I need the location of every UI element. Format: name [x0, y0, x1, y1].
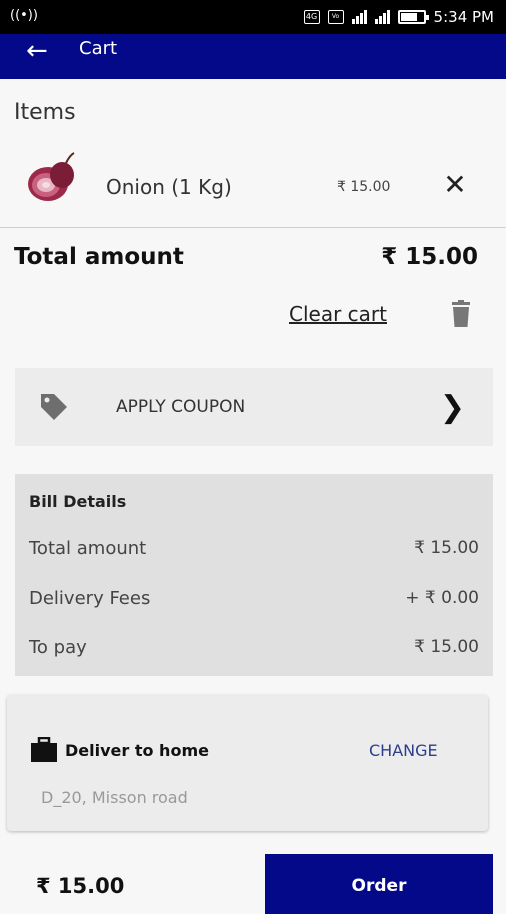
apply-coupon-button[interactable]: APPLY COUPON ❯ — [15, 368, 493, 446]
bill-row: To pay ₹ 15.00 — [29, 637, 479, 658]
item-price: ₹ 15.00 — [337, 179, 391, 195]
app-bar: ← Cart — [0, 34, 506, 79]
bill-row-label: Delivery Fees — [29, 588, 151, 609]
items-heading: Items — [14, 100, 76, 125]
trash-icon[interactable] — [449, 300, 473, 328]
bill-row-label: To pay — [29, 637, 87, 658]
apply-coupon-label: APPLY COUPON — [116, 397, 246, 417]
bill-details-heading: Bill Details — [29, 492, 127, 511]
close-icon[interactable]: ✕ — [440, 170, 470, 200]
total-amount-label: Total amount — [14, 244, 184, 270]
volte-icon: Vo — [327, 10, 344, 24]
total-amount-value: ₹ 15.00 — [381, 244, 478, 270]
signal-icon — [351, 10, 367, 24]
delivery-card: Deliver to home CHANGE D_20, Misson road — [7, 695, 488, 831]
chevron-right-icon: ❯ — [439, 390, 465, 425]
battery-icon — [397, 10, 429, 24]
order-button[interactable]: Order — [265, 854, 493, 914]
hotspot-icon: ((•)) — [10, 8, 38, 23]
change-address-button[interactable]: CHANGE — [369, 741, 438, 760]
bill-details: Bill Details Total amount ₹ 15.00 Delive… — [15, 474, 493, 676]
footer-total-price: ₹ 15.00 — [36, 874, 125, 898]
bill-row-value: ₹ 15.00 — [414, 538, 479, 558]
onion-image — [28, 152, 75, 201]
page-title: Cart — [79, 38, 118, 59]
cart-item-row: Onion (1 Kg) ₹ 15.00 ✕ — [0, 146, 506, 228]
item-name: Onion (1 Kg) — [106, 175, 232, 199]
delivery-address: D_20, Misson road — [41, 788, 188, 807]
bill-row-label: Total amount — [29, 538, 147, 559]
status-time: 5:34 PM — [433, 8, 494, 26]
status-bar: ((•)) 4G Vo 5:34 PM — [0, 0, 506, 34]
deliver-to-home-label: Deliver to home — [65, 741, 209, 760]
briefcase-icon — [31, 737, 57, 762]
signal-icon-2 — [374, 10, 390, 24]
bill-row: Delivery Fees + ₹ 0.00 — [29, 588, 479, 609]
bill-row-value: ₹ 15.00 — [414, 637, 479, 657]
bill-row-value: + ₹ 0.00 — [405, 588, 479, 608]
clear-cart-link[interactable]: Clear cart — [289, 302, 387, 326]
data-icon: 4G — [303, 10, 320, 24]
bill-row: Total amount ₹ 15.00 — [29, 538, 479, 559]
tag-icon — [41, 394, 67, 420]
back-arrow-icon[interactable]: ← — [26, 36, 48, 66]
